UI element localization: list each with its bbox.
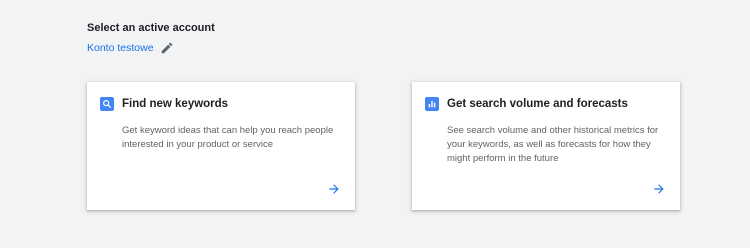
arrow-right-icon[interactable] [327,182,341,196]
card-header: Get search volume and forecasts [425,97,628,111]
card-title: Find new keywords [122,98,229,110]
search-icon [100,97,114,111]
card-description: See search volume and other historical m… [447,125,659,164]
find-new-keywords-card[interactable]: Find new keywords Get keyword ideas that… [87,82,355,210]
keyword-planner-start-page: Select an active account Konto testowe F… [0,0,750,248]
card-title: Get search volume and forecasts [447,98,628,110]
account-selector: Konto testowe [87,41,174,55]
card-header: Find new keywords [100,97,228,111]
card-description: Get keyword ideas that can help you reac… [122,125,334,150]
bar-chart-icon [425,97,439,111]
active-account-link[interactable]: Konto testowe [87,42,154,54]
pencil-icon[interactable] [160,41,174,55]
select-account-heading: Select an active account [87,22,215,34]
search-volume-forecasts-card[interactable]: Get search volume and forecasts See sear… [412,82,680,210]
arrow-right-icon[interactable] [652,182,666,196]
